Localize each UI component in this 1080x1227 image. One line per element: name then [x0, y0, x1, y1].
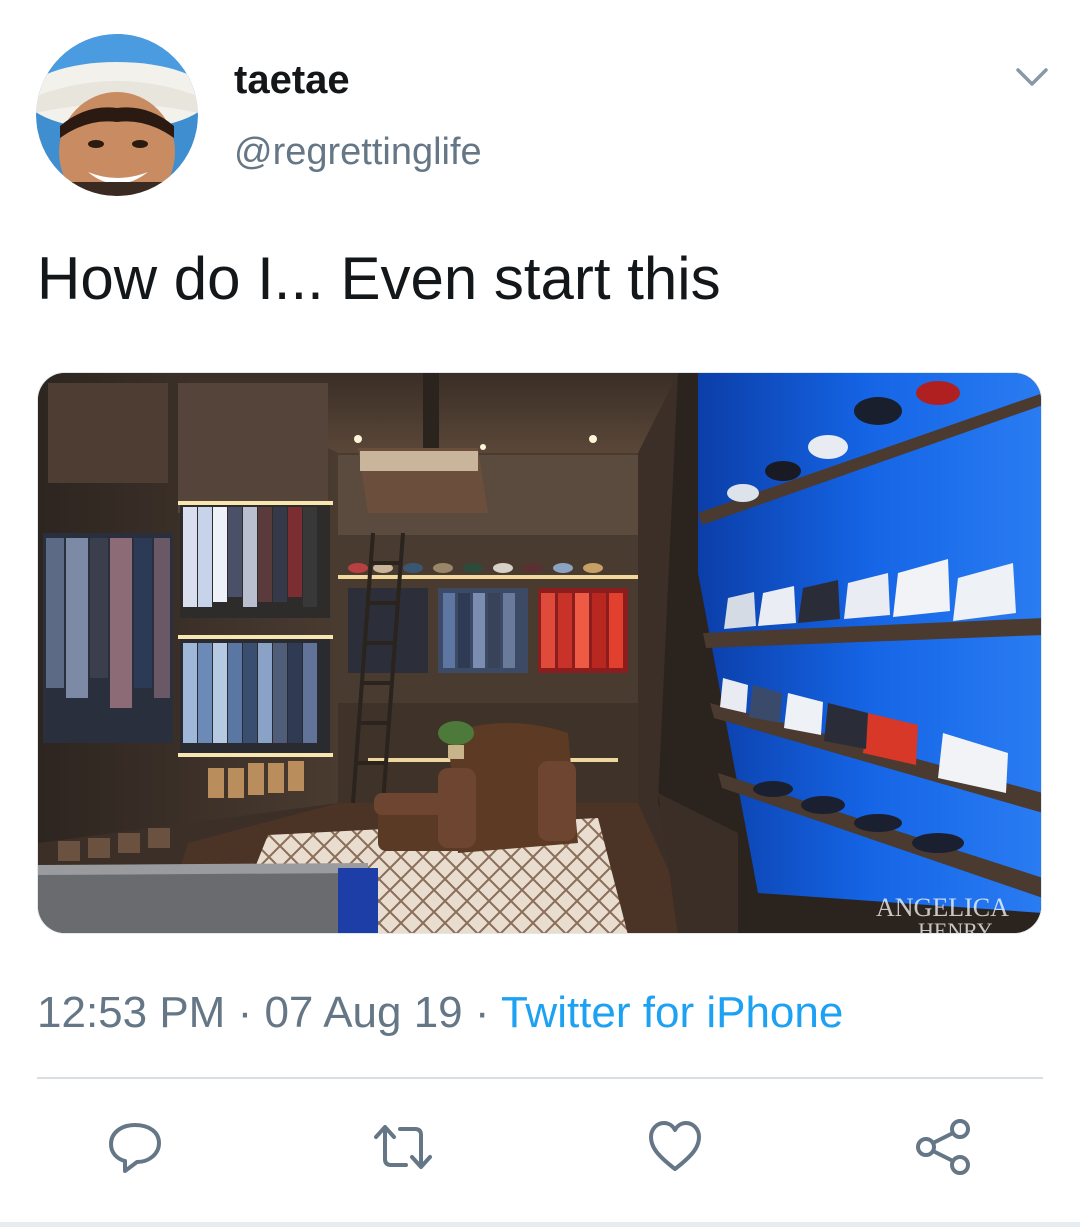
retweet-button[interactable]: [368, 1114, 438, 1180]
author-handle[interactable]: @regrettinglife: [234, 128, 482, 176]
share-icon: [916, 1119, 970, 1175]
divider: [37, 1077, 1043, 1079]
retweet-icon: [374, 1125, 432, 1169]
heart-icon: [649, 1121, 701, 1171]
tweet-media-image[interactable]: ANGELICA HENRY: [37, 372, 1042, 934]
like-button[interactable]: [640, 1114, 710, 1180]
closet-photo: ANGELICA HENRY: [38, 373, 1041, 934]
tweet-text: How do I... Even start this: [37, 245, 721, 312]
reply-icon: [109, 1123, 161, 1173]
meta-separator: ·: [462, 988, 501, 1037]
meta-separator: ·: [225, 988, 265, 1037]
chevron-down-icon: [1016, 68, 1048, 86]
reply-button[interactable]: [100, 1114, 170, 1180]
tweet-source-link[interactable]: Twitter for iPhone: [501, 988, 843, 1037]
tweet-menu-button[interactable]: [1014, 62, 1050, 92]
tweet-date: 07 Aug 19: [264, 988, 463, 1037]
author-display-name[interactable]: taetae: [234, 56, 350, 104]
tweet-metadata: 12:53 PM · 07 Aug 19 · Twitter for iPhon…: [37, 986, 843, 1040]
watermark-text-line2: HENRY: [918, 918, 993, 934]
author-avatar[interactable]: [36, 34, 198, 196]
bottom-divider: [0, 1222, 1080, 1227]
tweet-time: 12:53 PM: [37, 988, 226, 1037]
share-button[interactable]: [908, 1114, 978, 1180]
avatar-image: [36, 34, 198, 196]
